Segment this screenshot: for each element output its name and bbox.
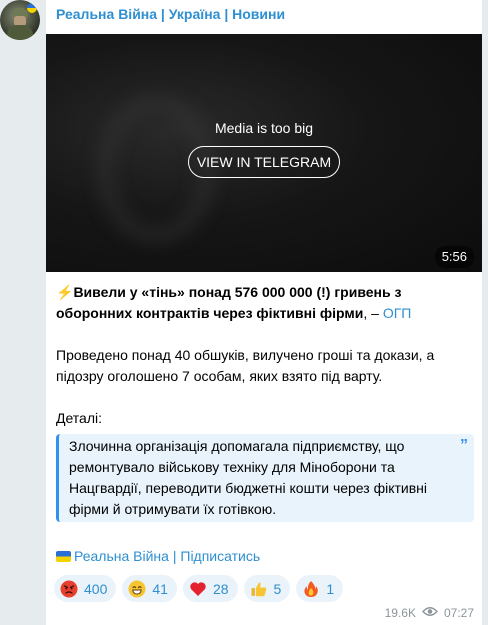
reaction-thumbs-up[interactable]: 5 <box>243 575 291 602</box>
view-in-telegram-button[interactable]: VIEW IN TELEGRAM <box>188 146 340 178</box>
video-preview[interactable]: Media is too big VIEW IN TELEGRAM 5:56 <box>46 34 482 272</box>
reaction-count: 5 <box>273 580 282 597</box>
post-paragraph: Проведено понад 40 обшуків, вилучено гро… <box>56 347 435 384</box>
view-count: 19.6K <box>384 606 416 620</box>
reaction-grin[interactable]: 41 <box>122 575 177 602</box>
thumbs-up-icon <box>250 580 268 598</box>
reaction-angry[interactable]: 400 <box>54 575 117 602</box>
headline-separator: , – <box>363 305 383 321</box>
ukraine-flag-icon <box>56 551 71 562</box>
footer-channel-link[interactable]: Реальна Війна <box>74 548 169 564</box>
reaction-count: 28 <box>212 580 229 597</box>
footer-separator: | <box>168 548 181 564</box>
channel-avatar[interactable] <box>0 0 40 40</box>
quote-text: Злочинна організація допомагала підприєм… <box>69 438 428 517</box>
reactions-bar: 400 41 28 5 1 <box>54 575 344 602</box>
subscribe-footer[interactable]: Реальна Війна | Підписатись <box>56 548 260 564</box>
reaction-count: 41 <box>152 580 168 597</box>
reaction-fire[interactable]: 1 <box>296 575 344 602</box>
details-label: Деталі: <box>56 410 103 426</box>
avatar-body <box>7 25 33 40</box>
media-too-big-note: Media is too big <box>214 120 314 136</box>
post-headline: ⚡Вивели у «тінь» понад 576 000 000 (!) г… <box>56 282 474 324</box>
reaction-heart[interactable]: 28 <box>182 575 238 602</box>
channel-title[interactable]: Реальна Війна | Україна | Новини <box>56 6 285 22</box>
message-meta: 19.6K 07:27 <box>385 606 474 620</box>
quote-mark-icon: ” <box>460 437 468 454</box>
headline-bold: Вивели у «тінь» понад 576 000 000 (!) гр… <box>56 284 402 321</box>
video-duration-badge: 5:56 <box>434 246 474 268</box>
lightning-icon: ⚡ <box>56 284 74 300</box>
message-bubble: Реальна Війна | Україна | Новини Media i… <box>46 0 482 625</box>
red-heart-icon <box>189 580 207 598</box>
source-link[interactable]: ОГП <box>383 305 412 321</box>
post-text: ⚡Вивели у «тінь» понад 576 000 000 (!) г… <box>56 282 474 450</box>
grinning-face-icon <box>128 580 146 598</box>
angry-face-icon <box>60 580 78 598</box>
fire-icon <box>302 580 320 598</box>
ukraine-flag-icon <box>27 3 37 13</box>
eye-icon <box>422 606 438 620</box>
blockquote: Злочинна організація допомагала підприєм… <box>56 434 474 522</box>
subscribe-link[interactable]: Підписатись <box>180 548 260 564</box>
reaction-count: 1 <box>326 580 335 597</box>
reaction-count: 400 <box>84 580 108 597</box>
message-time: 07:27 <box>443 606 474 620</box>
